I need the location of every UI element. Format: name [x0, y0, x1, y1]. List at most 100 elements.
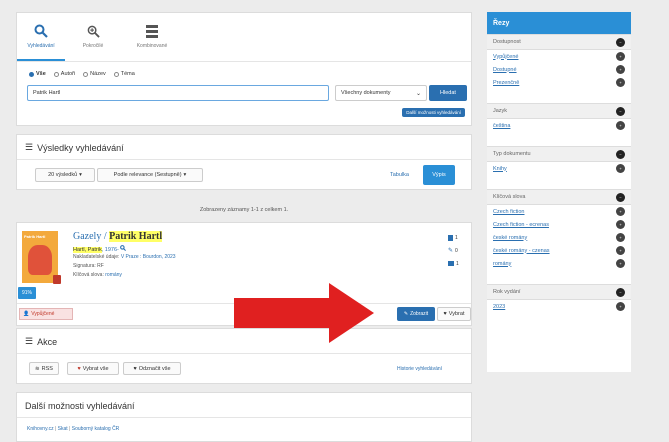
list-icon: [146, 25, 158, 38]
radio-icon: [83, 71, 89, 77]
radio-topic[interactable]: Téma: [113, 71, 135, 77]
list-icon: ☰: [25, 142, 34, 152]
facets-title: Řezy: [487, 12, 631, 34]
results-heading: ☰ Výsledky vyhledávání: [25, 142, 124, 153]
availability-badge[interactable]: 👤 Vypůjčené: [19, 308, 73, 320]
radio-all[interactable]: Vše: [29, 71, 46, 77]
heart-icon: ♥: [133, 365, 137, 372]
side-stats: 1 ✎ 0 1: [448, 231, 459, 270]
doc-type-select[interactable]: Všechny dokumenty ⌄: [335, 85, 427, 101]
facet-header[interactable]: Jazyk −: [487, 103, 631, 119]
tab-basic-search[interactable]: Vyhledávání: [17, 13, 65, 61]
link-souborny-katalog[interactable]: Souborný katalog ČR: [72, 426, 120, 432]
cover-figure: [28, 245, 52, 275]
facets-sidebar: Řezy Dostupnost − Vypůjčené + Dostupné + Pr…: [487, 12, 631, 372]
more-options-heading: Další možnosti vyhledávání: [25, 401, 135, 411]
list-icon: ☰: [25, 336, 34, 346]
view-list-button[interactable]: Výpis: [423, 165, 455, 185]
tab-label: Kombinované: [136, 43, 168, 49]
zoom-in-icon: [87, 25, 100, 38]
facet-header[interactable]: Typ dokumentu −: [487, 146, 631, 162]
radio-title[interactable]: Název: [83, 71, 106, 77]
plus-icon: +: [616, 121, 625, 130]
more-search-options-button[interactable]: Další možnosti vyhledávání: [402, 108, 465, 117]
sort-select[interactable]: Podle relevance (Sestupně) ▾: [97, 168, 203, 182]
plus-icon: +: [616, 207, 625, 216]
heading-divider: [17, 353, 471, 354]
facet-item[interactable]: české romány +: [487, 231, 631, 244]
facet-item[interactable]: Czech fiction - ecrenas +: [487, 218, 631, 231]
heading-divider: [17, 159, 471, 160]
minus-icon: −: [616, 192, 625, 202]
search-icon[interactable]: [120, 245, 127, 251]
keyword-link[interactable]: romány: [105, 272, 122, 278]
caret-down-icon: ▾: [79, 172, 82, 178]
facet-item[interactable]: romány +: [487, 257, 631, 270]
facet-item[interactable]: Prezenčně +: [487, 76, 631, 89]
facet-group-keywords: Klíčová slova − Czech fiction + Czech fict…: [487, 189, 631, 270]
facet-group-availability: Dostupnost − Vypůjčené + Dostupné + Prezenč…: [487, 34, 631, 89]
facet-item[interactable]: Dostupné +: [487, 63, 631, 76]
plus-icon: +: [616, 164, 625, 173]
caret-down-icon: ▾: [183, 172, 187, 178]
pencil-icon: ✎: [403, 311, 409, 317]
rss-icon: ≋: [35, 365, 40, 372]
search-tabs: Vyhledávání Pokročilé Kombinované: [17, 13, 197, 61]
plus-icon: +: [616, 233, 625, 242]
select-button[interactable]: ♥ Vybrat: [437, 307, 471, 321]
facet-item[interactable]: Knihy +: [487, 162, 631, 175]
book-icon: [448, 234, 453, 241]
facet-header[interactable]: Dostupnost −: [487, 34, 631, 50]
unmark-all-button[interactable]: ♥ Odznačit vše: [123, 362, 181, 375]
minus-icon: −: [616, 149, 625, 159]
show-button[interactable]: ✎ Zobrazit: [397, 307, 435, 321]
search-history-link[interactable]: Historie vyhledávání: [397, 366, 442, 372]
facet-group-year: Rok vydání − 2023 +: [487, 284, 631, 313]
result-title[interactable]: Gazely / Patrik Hartl: [73, 231, 163, 242]
chevron-down-icon: ⌄: [415, 90, 421, 97]
actions-heading: ☰ Akce: [25, 336, 58, 347]
plus-icon: +: [616, 78, 625, 87]
minus-icon: −: [616, 37, 625, 47]
facet-group-language: Jazyk − čeština +: [487, 103, 631, 132]
author-link[interactable]: Hartl, Patrik: [73, 247, 102, 253]
match-badge: 91%: [18, 287, 36, 299]
plus-icon: +: [616, 302, 625, 311]
select-all-button[interactable]: ♥ Vybrat vše: [67, 362, 119, 375]
plus-icon: +: [616, 259, 625, 268]
tabs-divider: [17, 61, 471, 62]
link-skat[interactable]: Skat: [58, 426, 68, 432]
facet-item[interactable]: české romány - czenas +: [487, 244, 631, 257]
pencil-icon: ✎: [448, 248, 454, 254]
book-type-icon: [53, 275, 61, 284]
result-keywords: Klíčová slova: romány: [73, 272, 122, 278]
tab-combined-search[interactable]: Kombinované: [121, 13, 183, 61]
rss-button[interactable]: ≋ RSS: [29, 362, 59, 375]
tab-label: Pokročilé: [82, 43, 104, 49]
radio-authors[interactable]: Autoři: [53, 71, 75, 77]
facet-item[interactable]: čeština +: [487, 119, 631, 132]
tab-label: Vyhledávání: [27, 42, 55, 49]
tab-advanced-search[interactable]: Pokročilé: [65, 13, 121, 61]
link-knihovny[interactable]: Knihovny.cz: [27, 426, 54, 432]
radio-icon: [113, 71, 119, 77]
stat-reviews: ✎ 0: [448, 247, 458, 255]
facet-header[interactable]: Rok vydání −: [487, 284, 631, 300]
facet-header[interactable]: Klíčová slova −: [487, 189, 631, 205]
search-panel: Vyhledávání Pokročilé Kombinované Vše Au…: [16, 12, 472, 126]
plus-icon: +: [616, 220, 625, 229]
facet-item[interactable]: Czech fiction +: [487, 205, 631, 218]
view-table-link[interactable]: Tabulka: [390, 172, 409, 178]
minus-icon: −: [616, 287, 625, 297]
plus-icon: +: [616, 52, 625, 61]
stat-copies: 1: [448, 231, 459, 244]
search-input[interactable]: Patrik Hartl: [27, 85, 329, 101]
facet-item[interactable]: Vypůjčené +: [487, 50, 631, 63]
cover-text: Patrik Hartl: [24, 234, 46, 239]
results-per-page-select[interactable]: 20 výsledků ▾: [35, 168, 95, 182]
facet-item[interactable]: 2023 +: [487, 300, 631, 313]
search-icon: [34, 24, 48, 38]
publisher-link[interactable]: V Praze : Bourdon, 2023: [121, 254, 176, 260]
radio-checked-icon: [29, 71, 34, 77]
search-submit-button[interactable]: Hledat: [429, 85, 467, 101]
